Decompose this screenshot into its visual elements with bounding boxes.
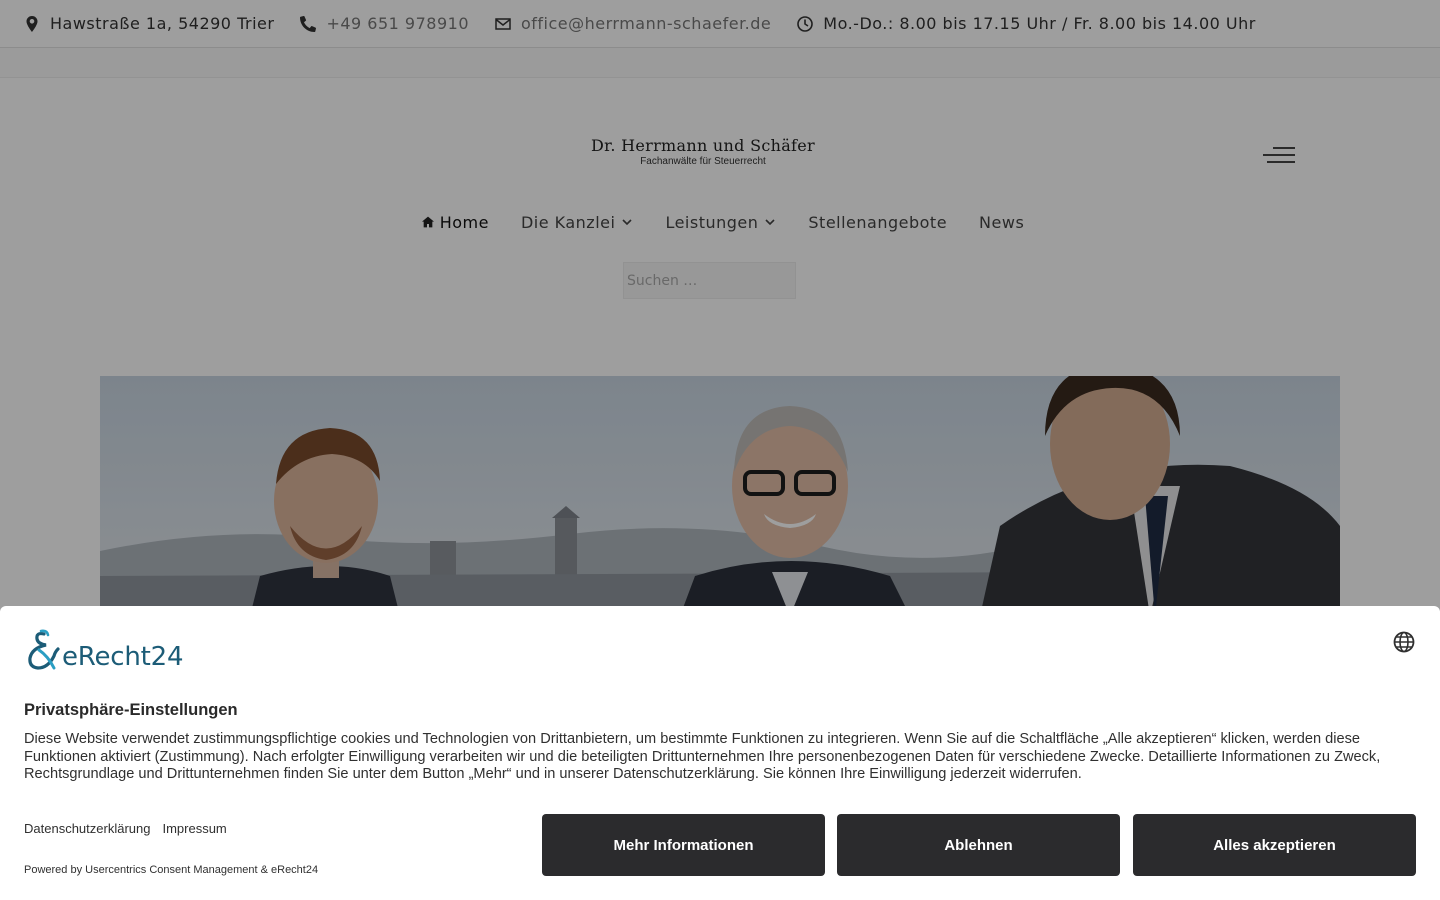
erecht24-logo-icon [28,629,60,670]
accept-all-button[interactable]: Alles akzeptieren [1133,814,1416,876]
erecht24-logo-text: eRecht24 [62,642,184,672]
privacy-policy-link[interactable]: Datenschutzerklärung [24,821,150,836]
cookie-consent-banner: eRecht24 Privatsphäre-Einstellungen Dies… [0,606,1440,900]
deny-button[interactable]: Ablehnen [837,814,1120,876]
consent-title: Privatsphäre-Einstellungen [24,701,238,719]
globe-icon[interactable] [1393,631,1415,653]
erecht24-logo: eRecht24 [24,628,184,672]
consent-description: Diese Website verwendet zustimmungspflic… [24,731,1381,783]
consent-links: Datenschutzerklärung Impressum [24,821,227,836]
powered-by-text: Powered by Usercentrics Consent Manageme… [24,864,319,876]
imprint-link[interactable]: Impressum [162,821,226,836]
more-information-button[interactable]: Mehr Informationen [542,814,825,876]
